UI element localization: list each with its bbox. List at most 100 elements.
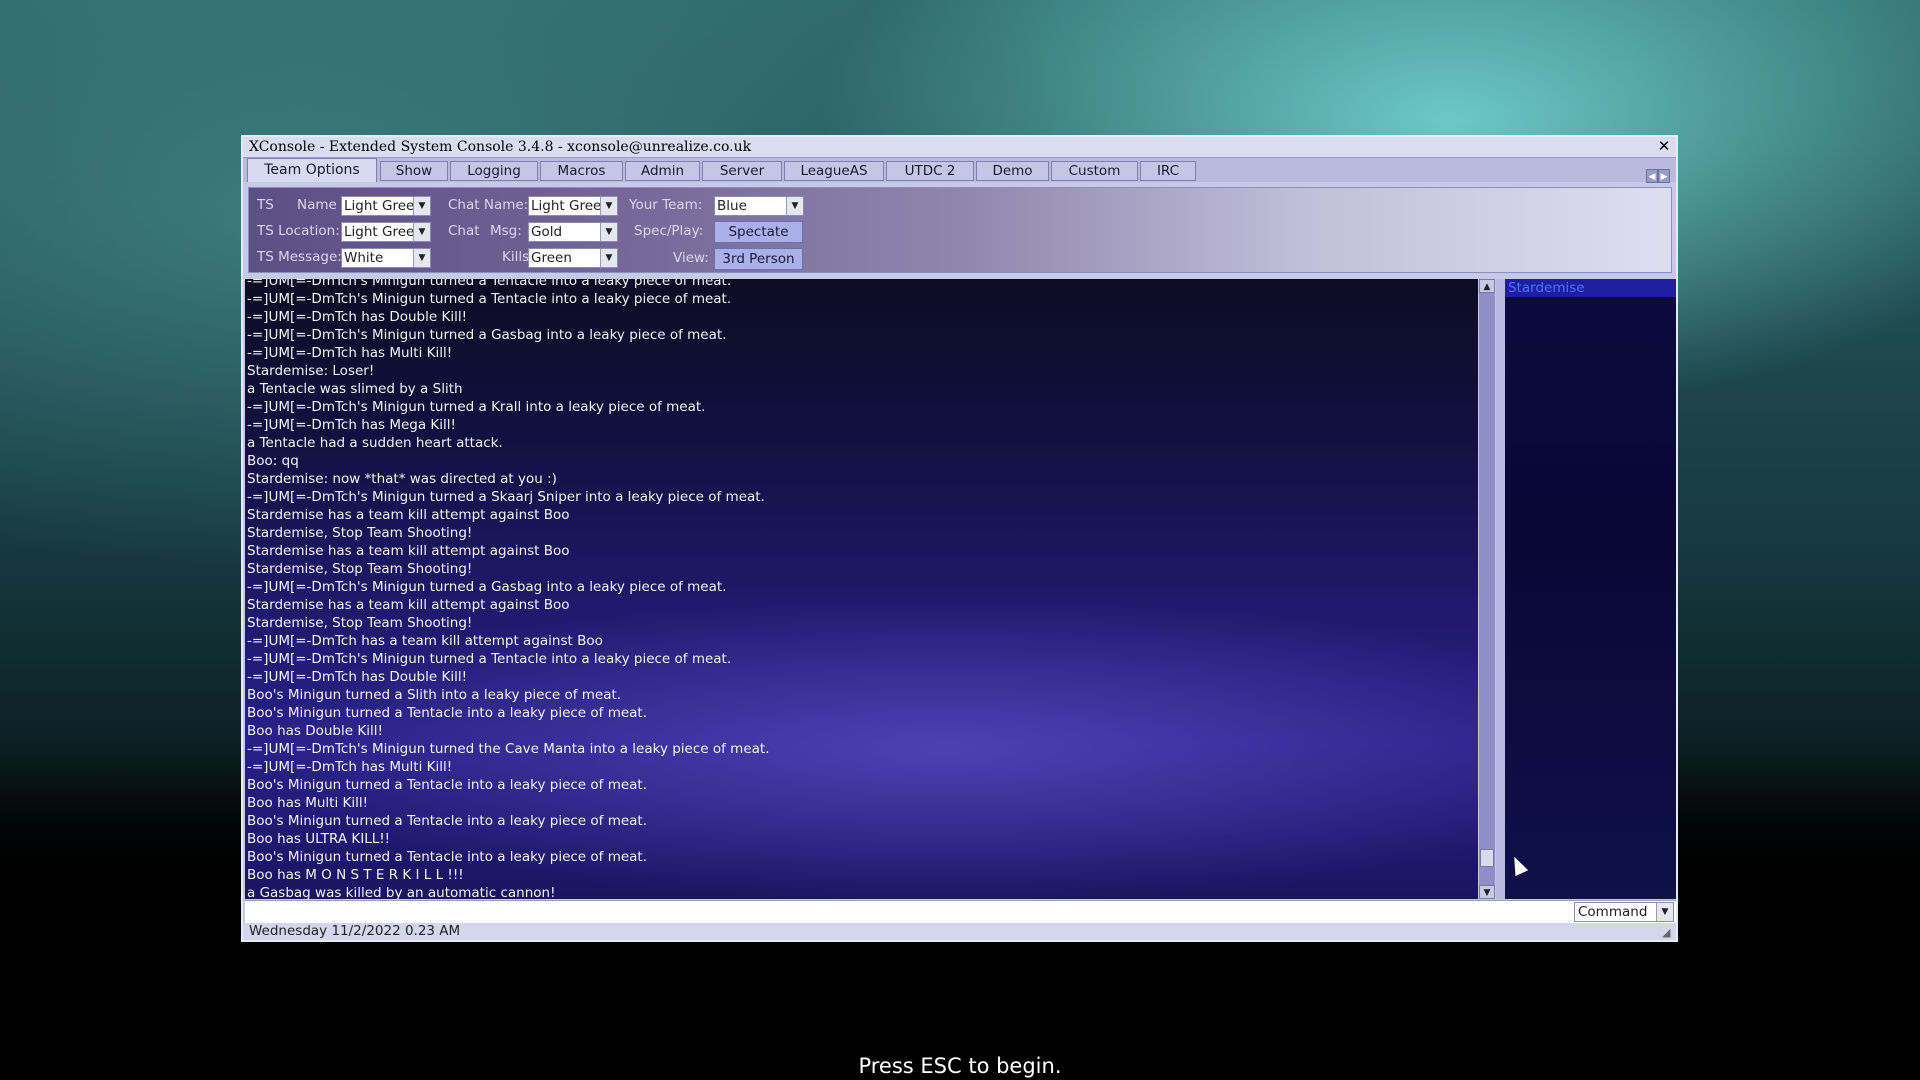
- close-icon[interactable]: ✕: [1655, 138, 1673, 155]
- chevron-down-icon: ▼: [600, 249, 617, 267]
- panel-divider[interactable]: [1496, 279, 1505, 899]
- log-line: a Gasbag was killed by an automatic cann…: [247, 885, 556, 899]
- tab-admin[interactable]: Admin: [625, 161, 700, 181]
- log-line: Boo's Minigun turned a Tentacle into a l…: [247, 849, 648, 865]
- team-options-panel: TS Name Light Green ▼ TS Location: Light …: [248, 187, 1672, 273]
- scroll-down-icon[interactable]: ▼: [1479, 885, 1495, 899]
- log-line: Boo has Multi Kill!: [247, 795, 369, 811]
- log-line: a Tentacle was slimed by a Slith: [247, 381, 463, 397]
- ts-location-select[interactable]: Light Green ▼: [341, 222, 431, 242]
- your-team-label: Your Team:: [629, 197, 703, 213]
- chevron-down-icon: ▼: [413, 249, 430, 267]
- tab-server[interactable]: Server: [702, 161, 782, 181]
- log-line: Stardemise, Stop Team Shooting!: [247, 525, 473, 541]
- log-line: -=]UM[=-DmTch's Minigun turned the Cave …: [247, 741, 770, 757]
- log-line: -=]UM[=-DmTch has Double Kill!: [247, 309, 467, 325]
- spectate-button[interactable]: Spectate: [714, 221, 803, 243]
- press-esc-prompt: Press ESC to begin.: [858, 1054, 1062, 1078]
- log-line: -=]UM[=-DmTch has Double Kill!: [247, 669, 467, 685]
- xconsole-window: XConsole - Extended System Console 3.4.8…: [241, 135, 1678, 942]
- tab-bar: Team Options Show Logging Macros Admin S…: [243, 158, 1676, 183]
- msg-label: Msg:: [490, 223, 522, 239]
- command-input[interactable]: [245, 901, 1571, 923]
- log-line: Boo's Minigun turned a Tentacle into a l…: [247, 777, 648, 793]
- chevron-down-icon: ▼: [413, 223, 430, 241]
- tab-demo[interactable]: Demo: [976, 161, 1049, 181]
- log-line: -=]UM[=-DmTch has Multi Kill!: [247, 759, 453, 775]
- log-line: Stardemise, Stop Team Shooting!: [247, 561, 473, 577]
- scroll-thumb[interactable]: [1480, 849, 1494, 867]
- tab-scroll-right-icon[interactable]: ▶: [1658, 169, 1670, 183]
- tab-logging[interactable]: Logging: [450, 161, 538, 181]
- log-line: -=]UM[=-DmTch's Minigun turned a Krall i…: [247, 399, 706, 415]
- ts-name-select[interactable]: Light Green ▼: [341, 196, 431, 216]
- tab-macros[interactable]: Macros: [540, 161, 623, 181]
- scroll-up-icon[interactable]: ▲: [1479, 279, 1495, 293]
- player-list-item[interactable]: Stardemise: [1505, 279, 1676, 297]
- log-line: Stardemise has a team kill attempt again…: [247, 543, 570, 559]
- your-team-select[interactable]: Blue ▼: [714, 196, 804, 216]
- log-line: -=]UM[=-DmTch has a team kill attempt ag…: [247, 633, 603, 649]
- log-line: -=]UM[=-DmTch's Minigun turned a Gasbag …: [247, 579, 727, 595]
- log-line: Boo: qq: [247, 453, 299, 469]
- resize-grip-icon[interactable]: ◢: [1662, 927, 1674, 939]
- chevron-down-icon: ▼: [600, 223, 617, 241]
- log-line: Stardemise has a team kill attempt again…: [247, 597, 570, 613]
- log-line: Stardemise: Loser!: [247, 363, 375, 379]
- ts-location-label: TS Location:: [257, 223, 340, 239]
- log-line: -=]UM[=-DmTch's Minigun turned a Tentacl…: [247, 651, 732, 667]
- chat-name-label: Chat Name:: [448, 197, 529, 213]
- log-line: Stardemise: now *that* was directed at y…: [247, 471, 557, 487]
- log-line: Stardemise, Stop Team Shooting!: [247, 615, 473, 631]
- ts-label: TS: [257, 197, 274, 213]
- view-3rd-person-button[interactable]: 3rd Person: [714, 248, 803, 270]
- log-line: Boo's Minigun turned a Slith into a leak…: [247, 687, 622, 703]
- window-title: XConsole - Extended System Console 3.4.8…: [249, 139, 752, 155]
- chat-msg-select[interactable]: Gold ▼: [528, 222, 618, 242]
- chat-name-select[interactable]: Light Green ▼: [528, 196, 618, 216]
- view-label: View:: [673, 250, 709, 266]
- log-line: -=]UM[=-DmTch's Minigun turned a Gasbag …: [247, 327, 727, 343]
- log-line: -=]UM[=-DmTch has Mega Kill!: [247, 417, 456, 433]
- chevron-down-icon: ▼: [786, 197, 803, 215]
- chevron-down-icon: ▼: [413, 197, 430, 215]
- spec-play-label: Spec/Play:: [634, 223, 704, 239]
- log-line: Boo has ULTRA KILL!!: [247, 831, 391, 847]
- name-label: Name: [297, 197, 337, 213]
- chat-label: Chat: [448, 223, 480, 239]
- log-line: Boo's Minigun turned a Tentacle into a l…: [247, 705, 648, 721]
- log-lines: -=]UM[=-DmTch's Minigun turned a Tentacl…: [247, 279, 770, 899]
- command-bar: Command ▼: [245, 900, 1676, 923]
- tab-utdc-2[interactable]: UTDC 2: [886, 161, 974, 181]
- log-line: -=]UM[=-DmTch's Minigun turned a Tentacl…: [247, 279, 732, 289]
- kills-label: Kills: [502, 249, 530, 265]
- log-scrollbar[interactable]: ▲ ▼: [1479, 279, 1495, 899]
- console-log[interactable]: -=]UM[=-DmTch's Minigun turned a Tentacl…: [245, 279, 1478, 899]
- log-line: Boo's Minigun turned a Tentacle into a l…: [247, 813, 648, 829]
- status-datetime: Wednesday 11/2/2022 0.23 AM: [249, 923, 461, 939]
- tab-leagueas[interactable]: LeagueAS: [784, 161, 884, 181]
- tab-scroll-left-icon[interactable]: ◀: [1646, 169, 1658, 183]
- log-line: -=]UM[=-DmTch has Multi Kill!: [247, 345, 453, 361]
- tab-custom[interactable]: Custom: [1051, 161, 1138, 181]
- tab-irc[interactable]: IRC: [1140, 161, 1196, 181]
- log-line: -=]UM[=-DmTch's Minigun turned a Skaarj …: [247, 489, 765, 505]
- log-line: a Tentacle had a sudden heart attack.: [247, 435, 503, 451]
- status-bar: Wednesday 11/2/2022 0.23 AM ◢: [243, 923, 1676, 940]
- tab-scroll-arrows: ◀ ▶: [1646, 164, 1672, 183]
- kills-select[interactable]: Green ▼: [528, 248, 618, 268]
- chevron-down-icon: ▼: [1656, 903, 1673, 921]
- ts-message-select[interactable]: White ▼: [341, 248, 431, 268]
- chevron-down-icon: ▼: [600, 197, 617, 215]
- player-list: Stardemise: [1505, 279, 1676, 899]
- title-bar[interactable]: XConsole - Extended System Console 3.4.8…: [243, 137, 1676, 158]
- tab-show[interactable]: Show: [380, 161, 448, 181]
- command-mode-select[interactable]: Command ▼: [1574, 902, 1674, 922]
- ts-message-label: TS Message:: [257, 249, 342, 265]
- tab-team-options[interactable]: Team Options: [247, 158, 377, 182]
- log-line: Stardemise has a team kill attempt again…: [247, 507, 570, 523]
- desktop: { "window": { "title": "XConsole - Exten…: [0, 0, 1920, 1080]
- log-line: -=]UM[=-DmTch's Minigun turned a Tentacl…: [247, 291, 732, 307]
- log-line: Boo has M O N S T E R K I L L !!!: [247, 867, 464, 883]
- log-line: Boo has Double Kill!: [247, 723, 383, 739]
